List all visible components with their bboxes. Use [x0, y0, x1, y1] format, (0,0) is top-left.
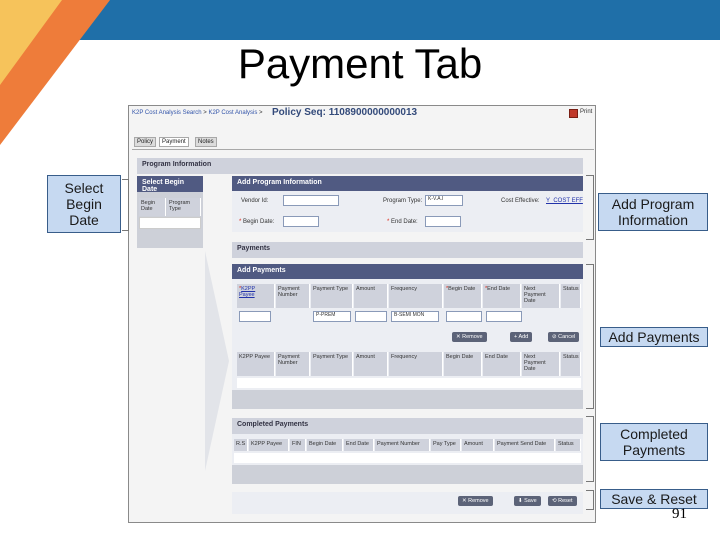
cp-col-status: Status [556, 439, 581, 451]
list-col-payment-number: Payment Number [276, 352, 310, 376]
payments-list-footer [232, 390, 583, 409]
cp-col-payment-send-date: Payment Send Date [495, 439, 555, 451]
col-end-date-pay: *End Date [483, 284, 521, 308]
list-col-k2pp-payee: K2PP Payee [237, 352, 275, 376]
remove-payment-button[interactable]: ✕ Remove [452, 332, 487, 342]
add-payment-button[interactable]: + Add [510, 332, 533, 342]
payments-header: Payments [232, 242, 583, 258]
list-col-frequency: Frequency [389, 352, 443, 376]
col-status: Status [561, 284, 581, 308]
col-k2pp-payee: *K2PP Payee [237, 284, 275, 308]
completed-payments-footer [232, 465, 583, 484]
callout-save-reset: Save & Reset [600, 489, 708, 509]
col-amount: Amount [354, 284, 388, 308]
breadcrumb: K2P Cost Analysis Search > K2P Cost Anal… [132, 110, 263, 116]
select-begin-date-header: Select Begin Date [137, 176, 203, 193]
cost-effective-label: Cost Effective: [501, 198, 540, 204]
cp-col-payment-number: Payment Number [375, 439, 430, 451]
completed-payments-row[interactable] [234, 453, 581, 463]
vendor-id-input[interactable] [283, 195, 339, 206]
program-type-select[interactable]: K-V.A.I [425, 195, 463, 206]
add-payments-header: Add Payments [232, 264, 583, 279]
payment-end-date-input[interactable] [486, 311, 522, 322]
cp-col-amount: Amount [462, 439, 494, 451]
col-begin-date-pay: *Begin Date [444, 284, 482, 308]
cp-col-pay-type: Pay Type [431, 439, 461, 451]
payment-begin-date-input[interactable] [446, 311, 482, 322]
col-payment-number: Payment Number [276, 284, 310, 308]
list-col-begin-date: Begin Date [444, 352, 482, 376]
save-button[interactable]: ⬇ Save [514, 496, 541, 506]
list-col-amount: Amount [354, 352, 388, 376]
list-col-payment-type: Payment Type [311, 352, 353, 376]
tab-policy[interactable]: Policy [134, 137, 157, 147]
callout-completed-payments: Completed Payments [600, 423, 708, 461]
reset-button[interactable]: ⟲ Reset [548, 496, 577, 506]
cp-col-begin-date: Begin Date [307, 439, 343, 451]
print-link[interactable]: Print [580, 109, 592, 115]
policy-seq: Policy Seq: 1108900000000013 [272, 107, 417, 118]
cp-col-k2pp-payee: K2PP Payee [249, 439, 289, 451]
policy-seq-value: 1108900000000013 [328, 107, 418, 118]
bracket-completed-payments [586, 416, 594, 482]
chevron-right-icon [205, 251, 229, 471]
amount-input[interactable] [355, 311, 387, 322]
bracket-select-begin-date [122, 179, 129, 231]
program-type-label: Program Type: [383, 198, 423, 204]
callout-select-begin-date: Select Begin Date [47, 175, 121, 233]
col-begin-date: Begin Date [139, 198, 166, 216]
cp-col-end-date: End Date [344, 439, 374, 451]
tab-divider [132, 149, 594, 150]
vendor-id-label: Vendor Id: [241, 198, 269, 204]
completed-payments-header: Completed Payments [232, 418, 583, 434]
app-window: K2P Cost Analysis Search > K2P Cost Anal… [128, 105, 596, 523]
col-payment-type: Payment Type [311, 284, 353, 308]
end-date-input[interactable] [425, 216, 461, 227]
tab-notes[interactable]: Notes [195, 137, 217, 147]
col-program-type: Program Type [167, 198, 201, 216]
breadcrumb-item-search[interactable]: K2P Cost Analysis Search [132, 110, 202, 116]
payment-type-select[interactable]: P-PREM [313, 311, 351, 322]
close-icon[interactable] [569, 109, 578, 118]
remove-button[interactable]: ✕ Remove [458, 496, 493, 506]
callout-add-payments: Add Payments [600, 327, 708, 347]
list-col-status: Status [561, 352, 581, 376]
cp-col-fin: FIN [290, 439, 306, 451]
list-col-end-date: End Date [483, 352, 521, 376]
begin-date-input[interactable] [283, 216, 319, 227]
bracket-add-program-info [586, 175, 594, 240]
add-program-info-header: Add Program Information [232, 176, 583, 191]
k2pp-payee-input[interactable] [239, 311, 271, 322]
bracket-add-payments [586, 264, 594, 409]
payments-list-row[interactable] [237, 378, 581, 388]
policy-seq-label: Policy Seq: [272, 107, 326, 118]
frequency-select[interactable]: B-SEMI MON [391, 311, 439, 322]
end-date-label: * End Date: [387, 219, 418, 225]
slide-title: Payment Tab [237, 40, 483, 87]
col-frequency: Frequency [389, 284, 443, 308]
breadcrumb-item-analysis[interactable]: K2P Cost Analysis [208, 110, 257, 116]
begin-date-label: * Begin Date: [239, 219, 275, 225]
begin-date-list-row[interactable] [139, 217, 201, 229]
bracket-save-reset [586, 490, 594, 510]
cancel-payment-button[interactable]: ⊘ Cancel [548, 332, 580, 342]
list-col-next-payment-date: Next Payment Date [522, 352, 560, 376]
tab-payment[interactable]: Payment [159, 137, 189, 147]
callout-add-program-info: Add Program Information [598, 193, 708, 231]
program-type-value: K-V.A.I [428, 196, 444, 202]
program-information-header: Program Information [137, 158, 583, 174]
page-number: 91 [672, 506, 687, 522]
col-next-payment-date: Next Payment Date [522, 284, 560, 308]
cost-effective-value[interactable]: Y_COST EFF [546, 198, 583, 204]
cp-col-rs: R.S [234, 439, 248, 451]
